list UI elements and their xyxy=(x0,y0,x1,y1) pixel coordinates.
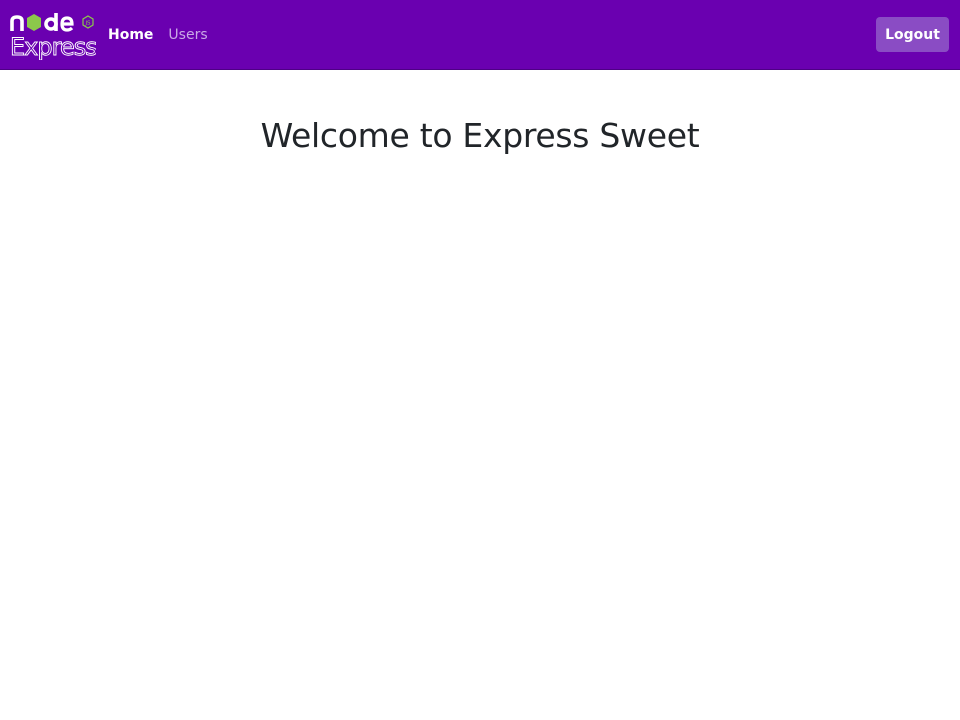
nav-link-home[interactable]: Home xyxy=(108,27,153,43)
brand-logo[interactable]: JS Express xyxy=(10,10,96,60)
nav-link-users[interactable]: Users xyxy=(168,27,207,43)
nav-links: Home Users xyxy=(108,0,208,70)
top-navbar: JS Express Home Users Logout xyxy=(0,0,960,70)
node-express-logo-icon: JS Express xyxy=(10,13,96,60)
js-badge-text: JS xyxy=(84,21,91,27)
express-text: Express xyxy=(10,33,96,60)
page-title: Welcome to Express Sweet xyxy=(260,116,700,155)
main-content: Welcome to Express Sweet xyxy=(0,70,960,720)
logout-button[interactable]: Logout xyxy=(876,17,949,52)
